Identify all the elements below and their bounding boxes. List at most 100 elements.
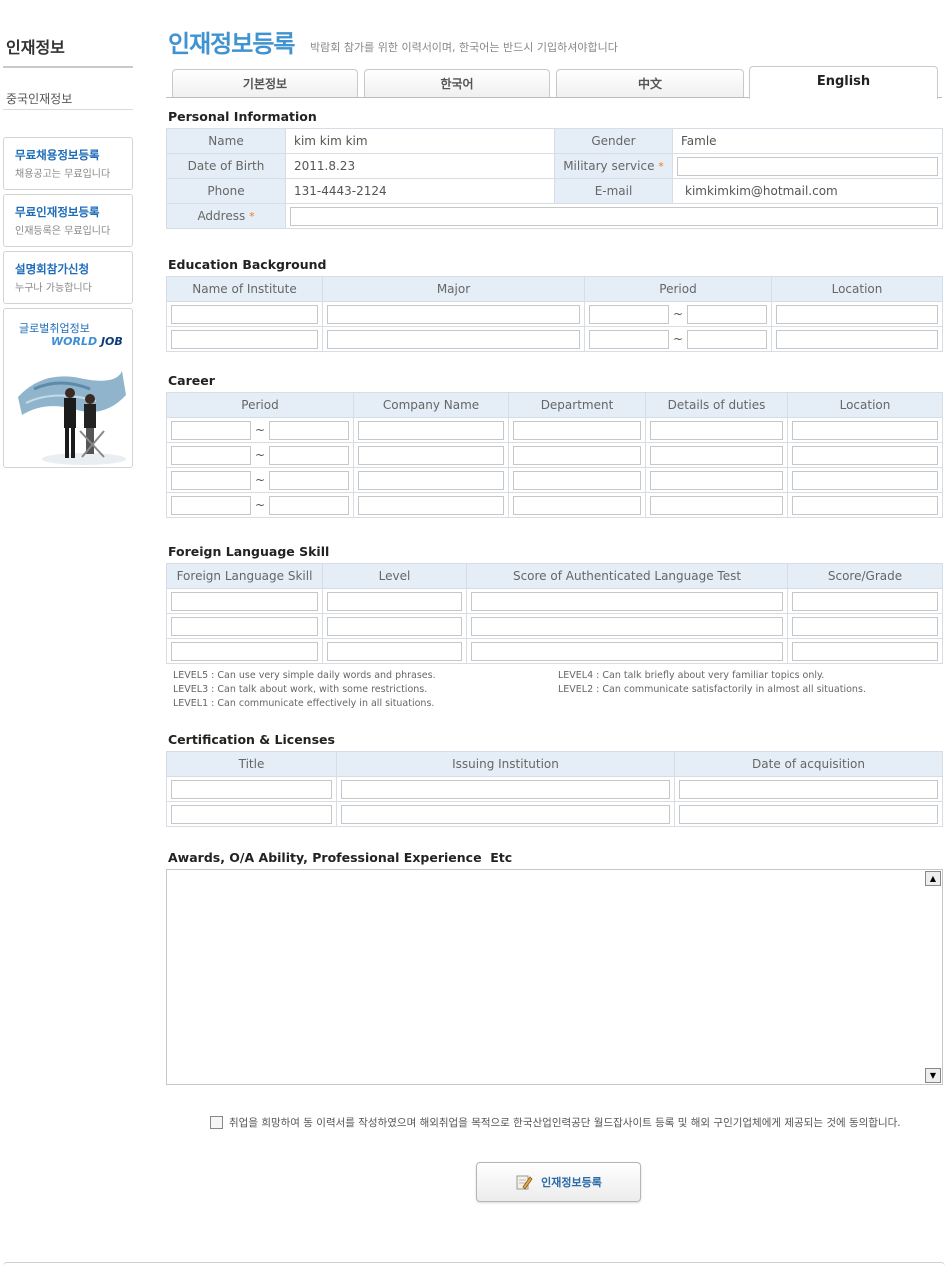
- col-institution: Issuing Institution: [336, 751, 675, 777]
- table-row: ~: [166, 467, 943, 493]
- location-input[interactable]: [792, 420, 938, 440]
- institute-input[interactable]: [171, 329, 318, 349]
- duties-input[interactable]: [650, 495, 783, 515]
- education-table: Name of Institute Major Period Location …: [166, 276, 943, 352]
- section-title-personal: Personal Information: [168, 109, 317, 124]
- sidebar-divider: [3, 66, 133, 68]
- language-input[interactable]: [171, 616, 318, 636]
- period-end-input[interactable]: [269, 470, 349, 490]
- acquisition-date-input[interactable]: [679, 804, 938, 824]
- location-input[interactable]: [792, 445, 938, 465]
- duties-input[interactable]: [650, 420, 783, 440]
- col-institute: Name of Institute: [166, 276, 323, 302]
- cert-title-input[interactable]: [171, 779, 332, 799]
- email-label: E-mail: [554, 178, 673, 204]
- agree-checkbox[interactable]: [210, 1116, 223, 1129]
- sidebar-item-china-talent[interactable]: 중국인재정보: [6, 90, 72, 107]
- tab-basic-info[interactable]: 기본정보: [172, 69, 358, 98]
- acquisition-date-input[interactable]: [679, 779, 938, 799]
- location-input[interactable]: [792, 470, 938, 490]
- military-label: Military service *: [554, 153, 673, 179]
- box-desc: 누구나 가능합니다: [15, 283, 92, 294]
- period-start-input[interactable]: [171, 470, 251, 490]
- awards-textarea[interactable]: ▲ ▼: [166, 869, 943, 1085]
- language-input[interactable]: [171, 591, 318, 611]
- col-duties: Details of duties: [645, 392, 788, 418]
- table-row: [166, 776, 943, 802]
- page-title: 인재정보등록: [168, 30, 295, 58]
- col-grade: Score/Grade: [787, 563, 943, 589]
- box-desc: 인재등록은 무료입니다: [15, 226, 111, 237]
- tab-chinese[interactable]: 中文: [556, 69, 744, 98]
- duties-input[interactable]: [650, 470, 783, 490]
- free-job-post-link[interactable]: 무료채용정보등록 채용공고는 무료입니다: [3, 137, 133, 190]
- period-end-input[interactable]: [269, 445, 349, 465]
- grade-input[interactable]: [792, 641, 938, 661]
- level-input[interactable]: [327, 641, 462, 661]
- level-note: LEVEL4 : Can talk briefly about very fam…: [558, 670, 825, 681]
- company-input[interactable]: [358, 445, 504, 465]
- page-description: 박람회 참가를 위한 이력서이며, 한국어는 반드시 기입하셔야합니다: [310, 41, 618, 54]
- tab-korean[interactable]: 한국어: [364, 69, 550, 98]
- period-end-input[interactable]: [269, 420, 349, 440]
- banner-illustration: [18, 371, 126, 465]
- test-score-input[interactable]: [471, 591, 783, 611]
- major-input[interactable]: [327, 329, 580, 349]
- period-end-input[interactable]: [269, 495, 349, 515]
- grade-input[interactable]: [792, 616, 938, 636]
- period-start-input[interactable]: [589, 329, 669, 349]
- gender-label: Gender: [554, 128, 673, 154]
- col-major: Major: [322, 276, 585, 302]
- worldjob-banner[interactable]: 글로벌취업정보 WORLD JOB: [3, 308, 133, 468]
- military-service-input[interactable]: [677, 156, 938, 176]
- worldjob-logo: WORLD JOB: [51, 335, 123, 348]
- address-input[interactable]: [290, 206, 938, 226]
- col-level: Level: [322, 563, 467, 589]
- level-input[interactable]: [327, 616, 462, 636]
- duties-input[interactable]: [650, 445, 783, 465]
- phone-value: 131-4443-2124: [285, 178, 555, 204]
- language-input[interactable]: [171, 641, 318, 661]
- level-input[interactable]: [327, 591, 462, 611]
- period-start-input[interactable]: [171, 445, 251, 465]
- company-input[interactable]: [358, 495, 504, 515]
- department-input[interactable]: [513, 445, 641, 465]
- period-start-input[interactable]: [171, 495, 251, 515]
- period-end-input[interactable]: [687, 329, 767, 349]
- period-end-input[interactable]: [687, 304, 767, 324]
- scroll-up-icon[interactable]: ▲: [925, 871, 941, 886]
- company-input[interactable]: [358, 470, 504, 490]
- section-title-education: Education Background: [168, 257, 327, 272]
- dob-value: 2011.8.23: [285, 153, 555, 179]
- col-location: Location: [787, 392, 943, 418]
- register-talent-button[interactable]: 인재정보등록: [476, 1162, 641, 1202]
- cert-title-input[interactable]: [171, 804, 332, 824]
- free-talent-register-link[interactable]: 무료인재정보등록 인재등록은 무료입니다: [3, 194, 133, 247]
- col-title: Title: [166, 751, 337, 777]
- test-score-input[interactable]: [471, 641, 783, 661]
- issuing-institution-input[interactable]: [341, 804, 670, 824]
- issuing-institution-input[interactable]: [341, 779, 670, 799]
- period-start-input[interactable]: [589, 304, 669, 324]
- location-input[interactable]: [776, 304, 938, 324]
- location-input[interactable]: [776, 329, 938, 349]
- period-separator: ~: [672, 332, 684, 346]
- institute-input[interactable]: [171, 304, 318, 324]
- department-input[interactable]: [513, 495, 641, 515]
- col-date: Date of acquisition: [674, 751, 943, 777]
- location-input[interactable]: [792, 495, 938, 515]
- department-input[interactable]: [513, 420, 641, 440]
- company-input[interactable]: [358, 420, 504, 440]
- test-score-input[interactable]: [471, 616, 783, 636]
- seminar-apply-link[interactable]: 설명회참가신청 누구나 가능합니다: [3, 251, 133, 304]
- section-title-language: Foreign Language Skill: [168, 544, 330, 559]
- scroll-down-icon[interactable]: ▼: [925, 1068, 941, 1083]
- table-row: [166, 638, 943, 664]
- period-start-input[interactable]: [171, 420, 251, 440]
- dob-label: Date of Birth: [166, 153, 286, 179]
- table-row: ~: [166, 417, 943, 443]
- department-input[interactable]: [513, 470, 641, 490]
- grade-input[interactable]: [792, 591, 938, 611]
- tab-english[interactable]: English: [749, 66, 938, 99]
- major-input[interactable]: [327, 304, 580, 324]
